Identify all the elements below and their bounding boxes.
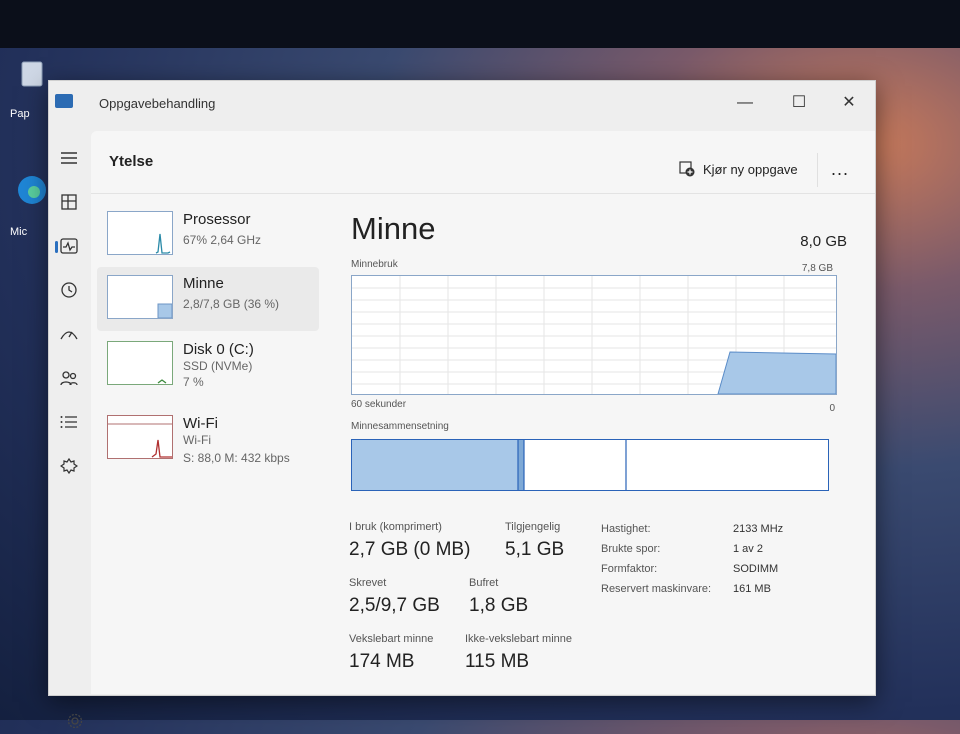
resource-detail: SSD (NVMe) (183, 359, 253, 373)
desktop-icon-label: Mic (10, 226, 28, 238)
memory-usage-graph (351, 275, 837, 395)
paged-pool-value: 174 MB (349, 651, 415, 672)
recycle-bin-icon[interactable] (14, 56, 50, 92)
graph-zero-label: 0 (829, 403, 835, 414)
memory-usage-area (717, 351, 837, 395)
nonpaged-pool-value: 115 MB (465, 651, 530, 672)
maximize-button[interactable]: ☐ (783, 89, 815, 117)
slots-used-label: Brukte spor: (601, 543, 661, 555)
paged-pool-label: Vekslebart minne (349, 633, 434, 645)
composition-in-use (352, 440, 518, 490)
in-use-value: 2,7 GB (0 MB) (349, 539, 471, 560)
more-options-button[interactable]: ... (831, 159, 849, 180)
resource-item-cpu[interactable]: Prosessor 67% 2,64 GHz (97, 203, 319, 267)
details-icon[interactable] (55, 409, 83, 435)
run-new-task-button[interactable]: Kjør ny oppgave (679, 161, 798, 177)
memory-total: 8,0 GB (800, 233, 847, 250)
hardware-reserved-value: 161 MB (733, 583, 771, 595)
resource-detail: 67% 2,64 GHz (183, 233, 262, 247)
gear-icon[interactable] (67, 713, 83, 734)
users-icon[interactable] (55, 365, 83, 391)
run-task-icon (679, 161, 695, 177)
active-indicator (55, 241, 58, 253)
resource-name: Prosessor (183, 211, 251, 228)
memory-title: Minne (351, 211, 436, 246)
memory-usage-max: 7,8 GB (801, 263, 833, 274)
task-manager-window: Oppgavebehandling — ☐ ✕ Ytelse Kjør ny o… (48, 80, 876, 729)
resource-item-wifi[interactable]: Wi-Fi Wi-Fi S: 88,0 M: 432 kbps (97, 407, 319, 471)
page-title: Ytelse (109, 153, 154, 170)
available-label: Tilgjengelig (505, 521, 561, 533)
in-use-label: I bruk (komprimert) (349, 521, 442, 533)
header-divider (817, 153, 818, 187)
cached-value: 1,8 GB (469, 595, 529, 616)
cpu-thumbnail-graph (107, 211, 173, 255)
memory-composition-bar (351, 439, 829, 491)
page-header: Ytelse Kjør ny oppgave ... (91, 131, 875, 194)
edge-icon[interactable] (14, 172, 50, 208)
performance-page: Ytelse Kjør ny oppgave ... Prosessor 67%… (91, 131, 875, 694)
window-title: Oppgavebehandling (99, 96, 216, 111)
form-factor-value: SODIMM (733, 563, 779, 575)
services-icon[interactable] (55, 453, 83, 479)
memory-thumbnail-graph (107, 275, 173, 319)
speed-value: 2133 MHz (733, 523, 784, 535)
disk-thumbnail-graph (107, 341, 173, 385)
resource-name: Wi-Fi (183, 415, 218, 432)
resource-item-memory[interactable]: Minne 2,8/7,8 GB (36 %) (97, 267, 319, 331)
processes-icon[interactable] (55, 189, 83, 215)
committed-value: 2,5/9,7 GB (349, 595, 440, 616)
minimize-button[interactable]: — (729, 89, 761, 117)
resource-name: Disk 0 (C:) (183, 341, 254, 358)
resource-detail: 7 % (183, 375, 204, 389)
desktop-icon-label: Pap (10, 108, 30, 120)
close-button[interactable]: ✕ (833, 89, 865, 117)
available-value: 5,1 GB (505, 539, 565, 560)
memory-composition-label: Minnesammensetning (351, 421, 449, 432)
menu-icon[interactable] (55, 145, 83, 171)
committed-label: Skrevet (349, 577, 387, 589)
graph-time-label: 60 sekunder (351, 399, 407, 410)
performance-icon[interactable] (55, 233, 83, 259)
cached-label: Bufret (469, 577, 499, 589)
task-manager-icon (55, 94, 73, 108)
wifi-thumbnail-graph (107, 415, 173, 459)
hardware-reserved-label: Reservert maskinvare: (601, 583, 712, 595)
monitor-bezel (0, 0, 960, 48)
form-factor-label: Formfaktor: (601, 563, 658, 575)
startup-icon[interactable] (55, 321, 83, 347)
resource-name: Minne (183, 275, 224, 292)
app-history-icon[interactable] (55, 277, 83, 303)
run-new-task-label: Kjør ny oppgave (703, 161, 798, 177)
resource-detail: 2,8/7,8 GB (36 %) (183, 297, 280, 311)
slots-used-value: 1 av 2 (733, 543, 763, 555)
resource-detail: Wi-Fi (183, 433, 211, 447)
title-bar[interactable]: Oppgavebehandling — ☐ ✕ (49, 81, 875, 127)
nonpaged-pool-label: Ikke-vekslebart minne (465, 633, 572, 645)
resource-item-disk[interactable]: Disk 0 (C:) SSD (NVMe) 7 % (97, 333, 319, 397)
speed-label: Hastighet: (601, 523, 651, 535)
memory-usage-label: Minnebruk (351, 259, 398, 270)
resource-detail: S: 88,0 M: 432 kbps (183, 451, 290, 465)
composition-modified (518, 440, 524, 490)
navigation-rail (49, 127, 89, 729)
